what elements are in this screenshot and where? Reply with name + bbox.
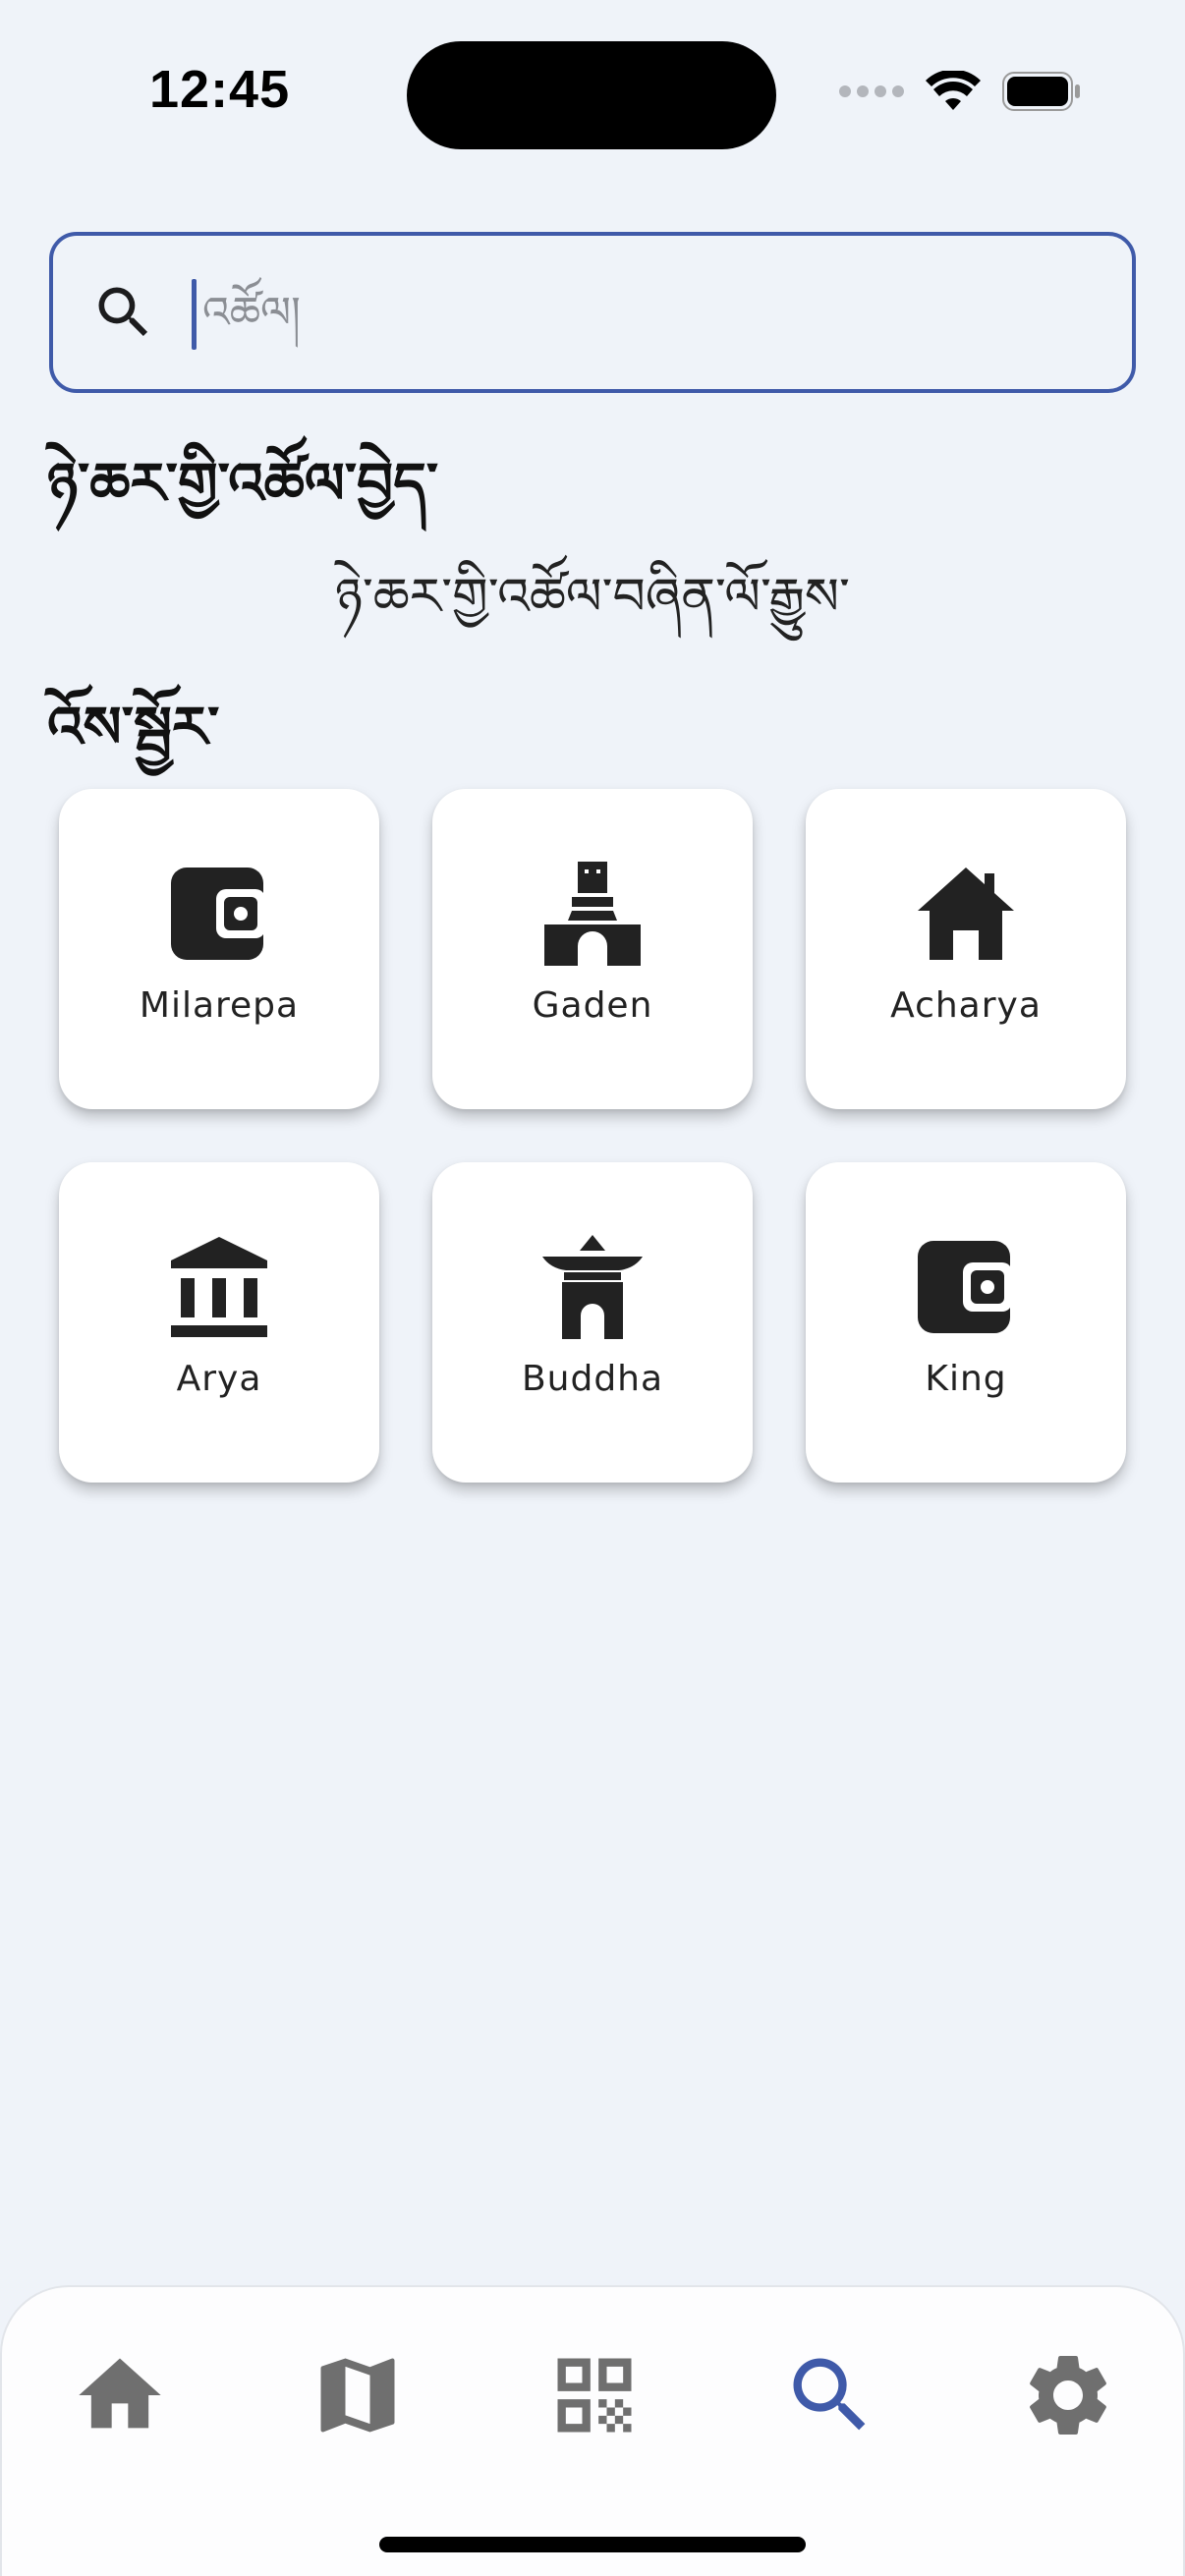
card-label: Arya — [176, 1359, 262, 1399]
house-icon — [918, 868, 1014, 960]
home-indicator — [379, 2537, 806, 2552]
temple-tower-icon — [544, 862, 641, 966]
card-label: King — [925, 1359, 1007, 1399]
bank-icon — [171, 1237, 267, 1337]
search-input[interactable] — [202, 275, 1067, 350]
search-field[interactable] — [49, 232, 1136, 393]
status-time: 12:45 — [149, 60, 291, 119]
suggestion-card-arya[interactable]: Arya — [59, 1162, 379, 1483]
suggestion-card-gaden[interactable]: Gaden — [432, 789, 753, 1109]
search-screen: 12:45 ཉེ་ཆར་གྱི་འཚོལ་བྱེད་ ཉེ་ཆར་གྱི་འཚོ… — [0, 0, 1185, 2576]
status-indicators — [839, 71, 1081, 112]
text-cursor — [192, 279, 197, 350]
card-label: Milarepa — [139, 985, 300, 1026]
battery-icon — [1002, 72, 1080, 111]
wifi-icon — [926, 71, 981, 110]
nav-settings[interactable] — [1019, 2346, 1117, 2444]
card-label: Gaden — [532, 985, 653, 1026]
recent-searches-empty-text: ཉེ་ཆར་གྱི་འཚོལ་བཞིན་ལོ་རྒྱུས་ — [335, 568, 850, 627]
nav-search[interactable] — [781, 2346, 879, 2444]
settings-icon — [1030, 2356, 1106, 2435]
suggestion-card-king[interactable]: King — [806, 1162, 1126, 1483]
bottom-navigation — [0, 2285, 1185, 2576]
wallet-icon — [171, 868, 265, 960]
suggestion-card-milarepa[interactable]: Milarepa — [59, 789, 379, 1109]
nav-qr-scanner[interactable] — [545, 2346, 644, 2444]
search-icon — [793, 2358, 866, 2431]
wallet-icon — [918, 1241, 1012, 1333]
nav-map[interactable] — [309, 2346, 407, 2444]
pagoda-icon — [542, 1235, 643, 1339]
qr-code-icon — [557, 2358, 632, 2433]
search-icon — [98, 287, 148, 337]
card-label: Buddha — [521, 1359, 664, 1399]
cellular-signal-icon — [839, 85, 904, 97]
nav-home[interactable] — [71, 2346, 169, 2444]
dynamic-island — [407, 41, 776, 149]
map-icon — [320, 2358, 395, 2433]
suggestion-card-acharya[interactable]: Acharya — [806, 789, 1126, 1109]
card-label: Acharya — [890, 985, 1042, 1026]
suggestion-card-buddha[interactable]: Buddha — [432, 1162, 753, 1483]
home-icon — [79, 2358, 161, 2429]
